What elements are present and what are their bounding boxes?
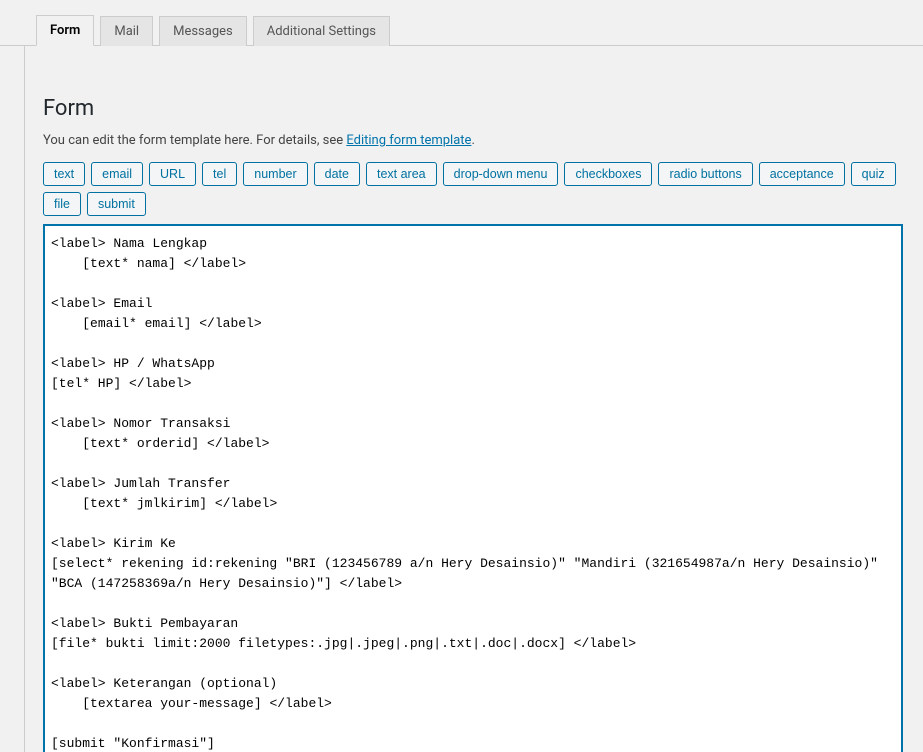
desc-prefix: You can edit the form template here. For… bbox=[43, 133, 346, 148]
tabs-bar: Form Mail Messages Additional Settings bbox=[0, 0, 923, 46]
tag-textarea-button[interactable]: text area bbox=[366, 162, 437, 186]
tab-form[interactable]: Form bbox=[36, 15, 94, 46]
tab-additional-settings[interactable]: Additional Settings bbox=[253, 16, 390, 46]
form-template-textarea[interactable] bbox=[43, 224, 903, 752]
panel-description: You can edit the form template here. For… bbox=[43, 133, 903, 148]
tag-file-button[interactable]: file bbox=[43, 192, 81, 216]
editing-form-template-link[interactable]: Editing form template bbox=[346, 133, 471, 148]
tag-generator-row: text email URL tel number date text area… bbox=[43, 162, 903, 216]
tag-date-button[interactable]: date bbox=[314, 162, 360, 186]
panel-heading: Form bbox=[43, 96, 903, 121]
tag-email-button[interactable]: email bbox=[91, 162, 143, 186]
desc-suffix: . bbox=[471, 133, 474, 148]
tag-url-button[interactable]: URL bbox=[149, 162, 196, 186]
tab-messages[interactable]: Messages bbox=[159, 16, 247, 46]
tag-checkboxes-button[interactable]: checkboxes bbox=[564, 162, 652, 186]
tag-number-button[interactable]: number bbox=[243, 162, 307, 186]
tag-radio-button[interactable]: radio buttons bbox=[658, 162, 752, 186]
tab-mail[interactable]: Mail bbox=[100, 16, 153, 46]
tag-text-button[interactable]: text bbox=[43, 162, 85, 186]
tag-dropdown-button[interactable]: drop-down menu bbox=[443, 162, 559, 186]
tag-submit-button[interactable]: submit bbox=[87, 192, 146, 216]
tag-tel-button[interactable]: tel bbox=[202, 162, 237, 186]
tag-quiz-button[interactable]: quiz bbox=[851, 162, 896, 186]
tag-acceptance-button[interactable]: acceptance bbox=[759, 162, 845, 186]
